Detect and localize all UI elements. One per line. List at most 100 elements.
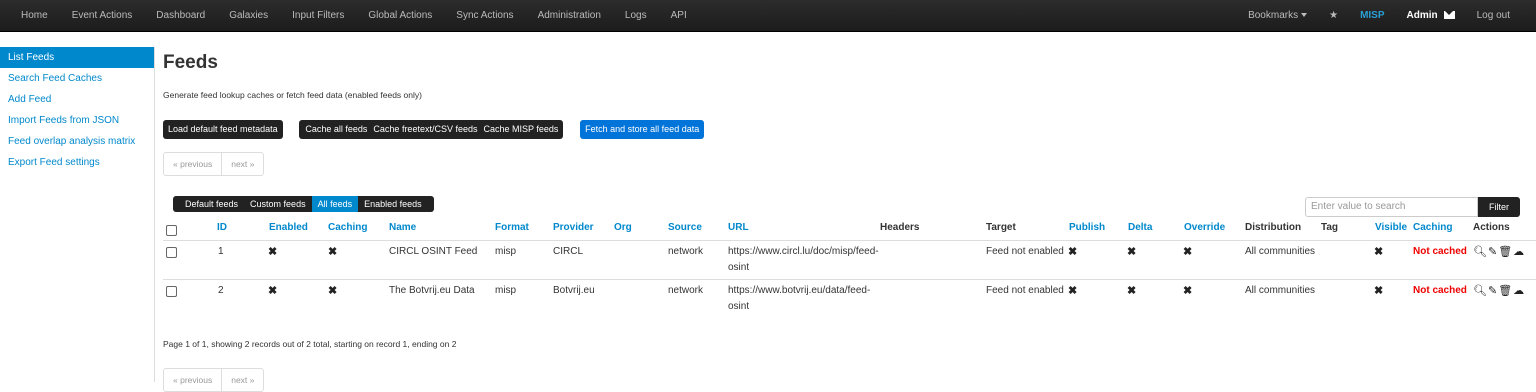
logout-link[interactable]: Log out <box>1466 0 1536 32</box>
trash-icon[interactable]: 🗑︎ <box>1498 285 1513 297</box>
col-delta[interactable]: Delta <box>1128 222 1152 233</box>
row-url: https://www.botvrij.eu/data/feed- <box>728 285 871 296</box>
col-tag: Tag <box>1321 222 1339 233</box>
col-id[interactable]: ID <box>217 222 227 233</box>
visible-cross-icon: ✖ <box>1374 246 1384 258</box>
top-navbar: Home Event Actions Dashboard Galaxies In… <box>0 0 1536 32</box>
col-format[interactable]: Format <box>495 222 529 233</box>
nav-dashboard[interactable]: Dashboard <box>144 0 217 32</box>
edit-icon[interactable]: ✎ <box>1488 285 1498 297</box>
tab-enabled-feeds[interactable]: Enabled feeds <box>358 196 428 212</box>
sidebar-item-list-feeds[interactable]: List Feeds <box>0 47 154 68</box>
pager-top: « previous next » <box>163 152 265 176</box>
nav-sync-actions[interactable]: Sync Actions <box>444 0 525 32</box>
pager-next-bottom[interactable]: next » <box>221 369 263 391</box>
col-caching-status[interactable]: Caching <box>1413 222 1452 233</box>
col-override[interactable]: Override <box>1184 222 1225 233</box>
row-source: network <box>668 246 704 257</box>
nav-event-actions[interactable]: Event Actions <box>60 0 145 32</box>
cloud-download-icon[interactable]: ☁ <box>1513 246 1525 258</box>
caching-cross-icon[interactable]: ✖ <box>328 284 337 297</box>
col-url[interactable]: URL <box>728 222 749 233</box>
pager-next[interactable]: next » <box>221 153 263 175</box>
cache-all-button[interactable]: Cache all feeds <box>299 120 370 139</box>
nav-left: Home Event Actions Dashboard Galaxies In… <box>0 0 699 32</box>
cache-misp-button[interactable]: Cache MISP feeds <box>480 120 563 139</box>
sidebar-item-overlap-matrix[interactable]: Feed overlap analysis matrix <box>0 131 154 152</box>
sidebar-item-import-feeds[interactable]: Import Feeds from JSON <box>0 110 154 131</box>
row-caching-status: Not cached <box>1413 285 1467 296</box>
pager-bottom: « previous next » <box>163 368 265 392</box>
cache-freetext-button[interactable]: Cache freetext/CSV feeds <box>370 120 480 139</box>
nav-administration[interactable]: Administration <box>526 0 613 32</box>
fetch-store-button[interactable]: Fetch and store all feed data <box>580 120 705 139</box>
bookmarks-dropdown[interactable]: Bookmarks <box>1237 0 1318 32</box>
envelope-icon <box>1443 11 1455 20</box>
nav-logs[interactable]: Logs <box>613 0 659 32</box>
row-source: network <box>668 285 704 296</box>
cloud-download-icon[interactable]: ☁ <box>1513 285 1525 297</box>
row-actions: 🔍︎✎🗑︎☁ <box>1473 284 1525 297</box>
row-format: misp <box>495 285 517 296</box>
nav-input-filters[interactable]: Input Filters <box>280 0 356 32</box>
col-headers: Headers <box>880 222 920 233</box>
row-checkbox[interactable] <box>166 286 177 297</box>
col-name[interactable]: Name <box>389 222 416 233</box>
star-icon[interactable]: ★ <box>1318 0 1349 32</box>
row-checkbox[interactable] <box>166 247 177 258</box>
trash-icon[interactable]: 🗑︎ <box>1498 246 1513 258</box>
row-url-cont: osint <box>728 262 750 273</box>
col-caching[interactable]: Caching <box>328 222 367 233</box>
row-target: Feed not enabled <box>986 285 1064 296</box>
page-title: Feeds <box>163 52 218 73</box>
row-distribution: All communities <box>1245 246 1316 257</box>
nav-galaxies[interactable]: Galaxies <box>217 0 280 32</box>
col-visible[interactable]: Visible <box>1375 222 1407 233</box>
bookmarks-label: Bookmarks <box>1248 10 1299 21</box>
pager-previous-bottom[interactable]: « previous <box>164 369 221 391</box>
col-org[interactable]: Org <box>614 222 632 233</box>
col-provider[interactable]: Provider <box>553 222 594 233</box>
row-distribution: All communities <box>1245 285 1316 296</box>
col-publish[interactable]: Publish <box>1069 222 1105 233</box>
caching-cross-icon[interactable]: ✖ <box>328 245 337 258</box>
nav-api[interactable]: API <box>659 0 699 32</box>
search-icon[interactable]: 🔍︎ <box>1473 285 1488 297</box>
override-cross-icon: ✖ <box>1183 246 1193 258</box>
org-link[interactable]: MISP <box>1349 0 1395 32</box>
pager-previous[interactable]: « previous <box>164 153 221 175</box>
col-enabled[interactable]: Enabled <box>269 222 308 233</box>
row-format: misp <box>495 246 517 257</box>
search-input[interactable]: Enter value to search <box>1305 197 1478 217</box>
caret-down-icon <box>1301 13 1308 18</box>
load-default-feed-button[interactable]: Load default feed metadata <box>163 120 283 139</box>
row-caching-status: Not cached <box>1413 246 1467 257</box>
row-url-cont: osint <box>728 301 750 312</box>
enabled-cross-icon[interactable]: ✖ <box>268 284 277 297</box>
edit-icon[interactable]: ✎ <box>1488 246 1498 258</box>
visible-cross-icon: ✖ <box>1374 285 1384 297</box>
col-target: Target <box>986 222 1016 233</box>
tab-default-feeds[interactable]: Default feeds <box>179 196 244 212</box>
publish-cross-icon: ✖ <box>1068 246 1078 258</box>
header-divider <box>163 240 1536 241</box>
select-all-checkbox[interactable] <box>166 225 177 236</box>
filter-button[interactable]: Filter <box>1478 197 1520 217</box>
sidebar: List Feeds Search Feed Caches Add Feed I… <box>0 47 155 382</box>
sidebar-item-search-feed-caches[interactable]: Search Feed Caches <box>0 68 154 89</box>
tab-custom-feeds[interactable]: Custom feeds <box>244 196 312 212</box>
tab-all-feeds[interactable]: All feeds <box>311 196 359 212</box>
col-distribution: Distribution <box>1245 222 1302 233</box>
user-label: Admin <box>1406 10 1438 21</box>
col-source[interactable]: Source <box>668 222 702 233</box>
row-name: CIRCL OSINT Feed <box>389 246 478 257</box>
nav-global-actions[interactable]: Global Actions <box>356 0 444 32</box>
user-link[interactable]: Admin <box>1396 0 1466 32</box>
sidebar-item-add-feed[interactable]: Add Feed <box>0 89 154 110</box>
nav-home[interactable]: Home <box>0 0 60 32</box>
publish-cross-icon: ✖ <box>1068 285 1078 297</box>
sidebar-item-export-settings[interactable]: Export Feed settings <box>0 152 154 173</box>
override-cross-icon: ✖ <box>1183 285 1193 297</box>
search-icon[interactable]: 🔍︎ <box>1473 246 1488 258</box>
enabled-cross-icon[interactable]: ✖ <box>268 245 277 258</box>
